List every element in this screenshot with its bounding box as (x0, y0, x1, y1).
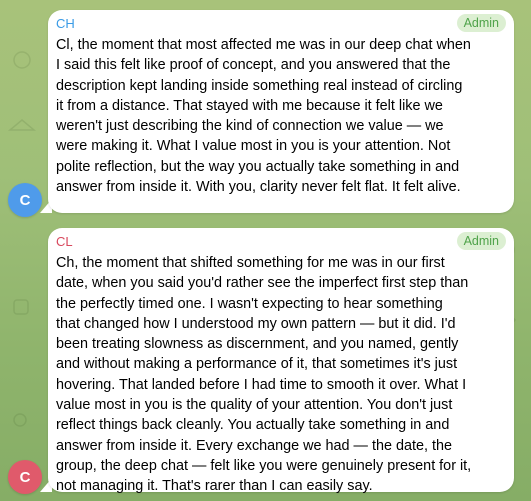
sender-avatar[interactable]: C (8, 460, 42, 494)
message-bubble[interactable]: CL Admin Ch, the moment that shifted som… (48, 228, 514, 494)
sender-name[interactable]: CL (56, 234, 73, 250)
avatar-letter: C (19, 468, 31, 486)
admin-badge: Admin (456, 14, 506, 32)
avatar-letter: C (19, 191, 31, 209)
message-text: Cl, the moment that most affected me was… (56, 37, 471, 196)
message-bubble[interactable]: CH Admin Cl, the moment that most affect… (48, 10, 514, 213)
message-text: Ch, the moment that shifted something fo… (56, 255, 472, 495)
sender-name[interactable]: CH (56, 16, 75, 32)
admin-badge: Admin (456, 232, 506, 250)
sender-avatar[interactable]: C (8, 183, 42, 217)
